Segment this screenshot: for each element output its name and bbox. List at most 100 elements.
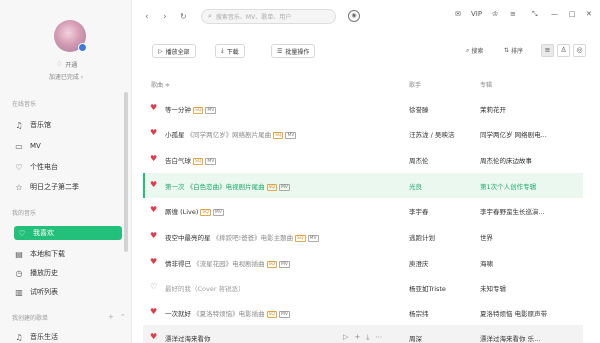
singer-view-button[interactable]: ♙: [557, 44, 570, 57]
skin-icon[interactable]: ♔: [492, 10, 498, 18]
vip-link[interactable]: VIP: [471, 10, 482, 18]
like-heart-icon[interactable]: ♥: [150, 103, 157, 112]
album-cell[interactable]: 第1次个人创作专辑: [480, 181, 580, 191]
sidebar-item-history[interactable]: ◷ 播放历史: [14, 266, 126, 280]
album-cell[interactable]: 漂洋过海来看你 乐...: [480, 333, 580, 343]
sidebar-item-show[interactable]: ☆ 明日之子第二季: [14, 180, 126, 194]
back-button[interactable]: ‹: [145, 11, 149, 23]
song-title[interactable]: 夜空中最亮的星 《摔跤吧!爸爸》电影主题曲 SQ MV: [165, 232, 319, 242]
sidebar-item-local[interactable]: ▤ 本地和下载: [14, 247, 126, 261]
col-artist[interactable]: 歌手: [409, 80, 421, 89]
sort-button[interactable]: ⇅ 排序: [504, 46, 523, 55]
artist-cell[interactable]: 逃跑计划: [409, 232, 435, 242]
collapse-icon[interactable]: ⌃: [120, 313, 126, 321]
table-row[interactable]: ♥ 夜空中最亮的星 《摔跤吧!爸爸》电影主题曲 SQ MV 逃跑计划 世界: [143, 224, 583, 249]
mv-badge[interactable]: MV: [278, 184, 290, 191]
mv-badge[interactable]: MV: [205, 158, 217, 165]
add-icon[interactable]: +: [354, 333, 360, 342]
song-title[interactable]: 情非得已 《流星花园》电视剧插曲 SQ MV: [165, 258, 290, 268]
minimize-icon[interactable]: —: [551, 10, 558, 18]
close-icon[interactable]: ✕: [586, 10, 592, 18]
mv-badge[interactable]: MV: [285, 132, 297, 139]
sidebar-item-mv[interactable]: ▭ MV: [14, 139, 126, 153]
sidebar-item-radio[interactable]: ♡ 个性电台: [14, 160, 126, 174]
like-heart-icon[interactable]: ♥: [150, 307, 157, 316]
like-heart-icon[interactable]: ♡: [150, 282, 157, 291]
album-cell[interactable]: 同学两亿岁 网络剧电...: [480, 129, 580, 139]
search-tool-button[interactable]: ⌕ 搜索: [466, 46, 483, 56]
artist-cell[interactable]: 庾澄庆: [409, 258, 429, 268]
table-row[interactable]: ♥ 第一次 《白色恋曲》电视剧片尾曲 SQ MV 光良 第1次个人创作专辑: [143, 173, 583, 198]
like-heart-icon[interactable]: ♥: [150, 180, 157, 189]
artist-cell[interactable]: 光良: [409, 181, 422, 191]
song-title[interactable]: 第一次 《白色恋曲》电视剧片尾曲 SQ MV: [165, 181, 290, 191]
album-cell[interactable]: 世界: [480, 232, 580, 242]
sidebar-scrollbar[interactable]: [124, 92, 128, 252]
like-heart-icon[interactable]: ♥: [150, 332, 157, 341]
download-icon[interactable]: ⤓: [366, 333, 369, 342]
table-row[interactable]: ♥ 小孤星 《同学两亿岁》网络剧片尾曲 SQ MV 汪苏泷 / 吴映洁 同学两亿岁 网络剧…: [143, 121, 583, 146]
sidebar-item-playlist[interactable]: ♫ 音乐生活: [14, 330, 126, 343]
mv-badge[interactable]: MV: [212, 209, 224, 216]
vip-open-link[interactable]: ♢ 开通: [56, 59, 77, 69]
menu-icon[interactable]: ≡: [510, 10, 516, 18]
artist-cell[interactable]: 徐誉滕: [409, 104, 429, 114]
search-input[interactable]: ⌕ 搜索音乐、MV、歌单、用户: [201, 9, 336, 24]
album-cell[interactable]: 周杰伦的床边故事: [480, 155, 580, 165]
album-cell[interactable]: 茉莉花开: [480, 104, 580, 114]
mv-badge[interactable]: MV: [205, 107, 217, 114]
table-row[interactable]: ♥ 等一分钟 SQ MV 徐誉滕 茉莉花开: [143, 96, 583, 121]
artist-cell[interactable]: 杨亚如Triste: [409, 283, 446, 293]
forward-button[interactable]: ›: [163, 11, 167, 23]
album-cell[interactable]: 夏洛特烦恼 电影原声带: [480, 308, 580, 318]
table-row[interactable]: ♥ 厮缠 (Live) SQ MV 李宇春 李宇春野蛮生长巡演...: [143, 198, 583, 223]
mv-badge[interactable]: MV: [278, 261, 290, 268]
like-heart-icon[interactable]: ♥: [150, 205, 157, 214]
artist-cell[interactable]: 汪苏泷 / 吴映洁: [409, 129, 454, 139]
like-heart-icon[interactable]: ♥: [150, 257, 157, 266]
album-cell[interactable]: 海啸: [480, 258, 580, 268]
song-title[interactable]: 厮缠 (Live) SQ MV: [165, 206, 224, 216]
refresh-button[interactable]: ↻: [180, 11, 187, 23]
song-title[interactable]: 一次就好 《夏洛特烦恼》电影插曲 SQ MV: [165, 308, 290, 318]
more-icon[interactable]: ⋯: [375, 333, 382, 342]
song-title[interactable]: 最好的我（Cover 蒋锐丞）: [165, 283, 245, 293]
table-row[interactable]: ♥ 情非得已 《流星花园》电视剧插曲 SQ MV 庾澄庆 海啸: [143, 250, 583, 275]
artist-cell[interactable]: 周杰伦: [409, 155, 429, 165]
album-cell[interactable]: 李宇春野蛮生长巡演...: [480, 206, 580, 216]
song-title[interactable]: 告白气球 SQ MV: [165, 155, 217, 165]
col-album[interactable]: 专辑: [480, 80, 492, 89]
table-row[interactable]: ♥ 一次就好 《夏洛特烦恼》电影插曲 SQ MV 杨宗纬 夏洛特烦恼 电影原声带: [143, 300, 583, 325]
album-cell[interactable]: 未知专辑: [480, 283, 580, 293]
table-row[interactable]: ♥ 漂洋过海来看你 ▷ + ⤓ ⋯ 周深 漂洋过海来看你 乐...: [143, 325, 583, 343]
listen-recognize-icon[interactable]: ◉: [348, 10, 360, 22]
song-title[interactable]: 小孤星 《同学两亿岁》网络剧片尾曲 SQ MV: [165, 129, 297, 139]
table-row[interactable]: ♡ 最好的我（Cover 蒋锐丞） 杨亚如Triste 未知专辑: [143, 275, 583, 300]
song-title[interactable]: 漂洋过海来看你: [165, 333, 211, 343]
table-row[interactable]: ♥ 告白气球 SQ MV 周杰伦 周杰伦的床边故事: [143, 147, 583, 172]
sidebar-item-liked[interactable]: ♡ 我喜欢: [14, 226, 122, 240]
album-view-button[interactable]: ◎: [573, 44, 586, 57]
list-view-button[interactable]: ≡: [541, 44, 554, 57]
mv-badge[interactable]: MV: [307, 235, 319, 242]
like-heart-icon[interactable]: ♥: [150, 128, 157, 137]
mail-icon[interactable]: ✉: [455, 10, 461, 18]
mini-mode-icon[interactable]: ⤡: [532, 10, 538, 19]
add-icon[interactable]: +: [108, 313, 114, 321]
col-title[interactable]: 歌曲 ≑: [151, 80, 170, 89]
play-all-button[interactable]: ▷ 播放全部: [152, 44, 196, 58]
artist-cell[interactable]: 周深: [409, 333, 422, 343]
like-heart-icon[interactable]: ♥: [150, 154, 157, 163]
sidebar-item-music-hall[interactable]: ♫ 音乐馆: [14, 118, 126, 132]
artist-cell[interactable]: 杨宗纬: [409, 308, 429, 318]
maximize-icon[interactable]: □: [569, 10, 576, 18]
artist-cell[interactable]: 李宇春: [409, 206, 429, 216]
batch-button[interactable]: ☰ 批量操作: [271, 44, 316, 58]
download-button[interactable]: ⤓ 下载: [215, 44, 245, 58]
like-heart-icon[interactable]: ♥: [150, 231, 157, 240]
mv-badge[interactable]: MV: [278, 311, 290, 318]
speed-status[interactable]: 加速已完成 ›: [0, 72, 132, 81]
sidebar-item-trial[interactable]: ▥ 试听列表: [14, 285, 126, 299]
song-title[interactable]: 等一分钟 SQ MV: [165, 104, 217, 114]
play-icon[interactable]: ▷: [343, 333, 348, 342]
